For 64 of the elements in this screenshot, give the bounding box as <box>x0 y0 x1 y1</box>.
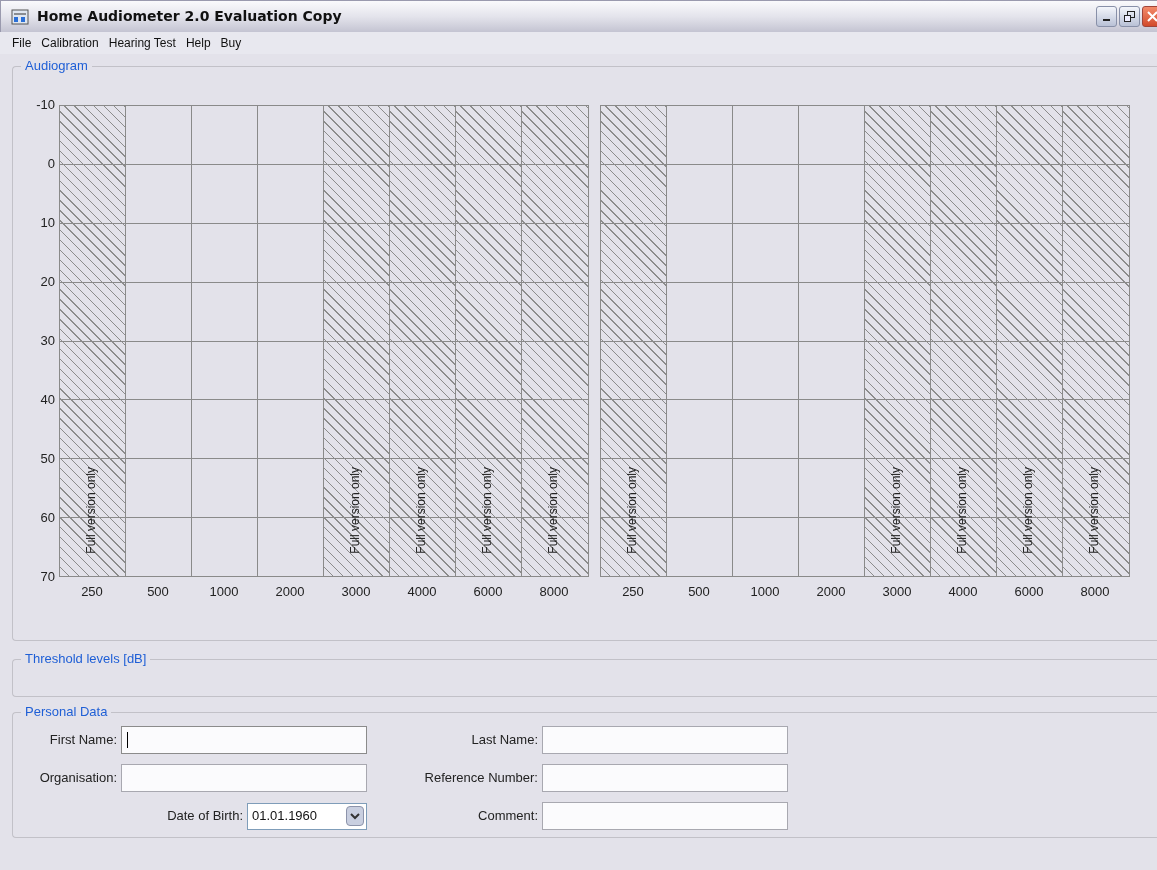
close-button[interactable] <box>1142 6 1157 27</box>
date-dropdown[interactable]: 01.01.1960 <box>247 802 367 830</box>
restriction-note: Full version only <box>480 467 494 554</box>
restriction-note: Full version only <box>625 467 639 554</box>
text-caret <box>127 732 128 748</box>
frequency-label: 250 <box>622 583 644 601</box>
y-axis-label: 60 <box>40 510 55 526</box>
menu-item[interactable]: Calibration <box>41 34 99 52</box>
input-field[interactable] <box>121 764 367 792</box>
y-axis-label: 30 <box>40 333 55 349</box>
input-field[interactable] <box>121 726 367 754</box>
frequency-label: 6000 <box>473 583 503 601</box>
frequency-label: 4000 <box>948 583 978 601</box>
field-label: Date of Birth: <box>167 807 243 826</box>
dropdown-value: 01.01.1960 <box>251 807 319 826</box>
field-label: First Name: <box>49 731 117 750</box>
restriction-note: Full version only <box>1087 467 1101 554</box>
close-icon <box>1147 11 1157 22</box>
frequency-label: 3000 <box>341 583 371 601</box>
menu-item[interactable]: File <box>12 34 32 52</box>
restriction-note: Full version only <box>1021 467 1035 554</box>
frequency-label: 2000 <box>816 583 846 601</box>
frequency-label: 6000 <box>1014 583 1044 601</box>
restriction-note: Full version only <box>889 467 903 554</box>
field-label: Organisation: <box>39 769 117 788</box>
y-axis-label: 20 <box>40 274 55 290</box>
input-field[interactable] <box>542 802 788 830</box>
field-label: Last Name: <box>471 731 538 750</box>
input-field[interactable] <box>542 726 788 754</box>
restriction-note: Full version only <box>348 467 362 554</box>
y-axis-label: 10 <box>40 215 55 231</box>
frequency-label: 1000 <box>209 583 239 601</box>
restriction-note: Full version only <box>546 467 560 554</box>
menu-item[interactable]: Buy <box>220 34 242 52</box>
restriction-note: Full version only <box>955 467 969 554</box>
app-icon <box>11 8 29 25</box>
y-axis-label: 40 <box>40 392 55 408</box>
frequency-label: 500 <box>688 583 710 601</box>
y-axis-label: 70 <box>40 569 55 585</box>
frequency-label: 8000 <box>539 583 569 601</box>
y-axis-label: 50 <box>40 451 55 467</box>
menu-item[interactable]: Hearing Test <box>108 34 176 52</box>
y-axis-label: 0 <box>47 156 55 172</box>
minimize-button[interactable] <box>1096 6 1117 27</box>
restriction-note: Full version only <box>414 467 428 554</box>
frequency-label: 8000 <box>1080 583 1110 601</box>
group-title: Audiogram <box>21 58 92 74</box>
frequency-label: 4000 <box>407 583 437 601</box>
minimize-icon <box>1103 19 1110 21</box>
frequency-label: 2000 <box>275 583 305 601</box>
restore-button[interactable] <box>1119 6 1140 27</box>
frequency-label: 3000 <box>882 583 912 601</box>
frequency-label: 250 <box>81 583 103 601</box>
group-title: Threshold levels [dB] <box>21 651 151 667</box>
y-axis-label: -10 <box>36 97 55 113</box>
restore-icon <box>1124 11 1135 22</box>
frequency-label: 1000 <box>750 583 780 601</box>
input-field[interactable] <box>542 764 788 792</box>
frequency-label: 500 <box>147 583 169 601</box>
window-title: Home Audiometer 2.0 Evaluation Copy <box>37 7 342 26</box>
menu-item[interactable]: Help <box>185 34 211 52</box>
restriction-note: Full version only <box>84 467 98 554</box>
field-label: Reference Number: <box>424 769 538 788</box>
field-label: Comment: <box>478 807 538 826</box>
